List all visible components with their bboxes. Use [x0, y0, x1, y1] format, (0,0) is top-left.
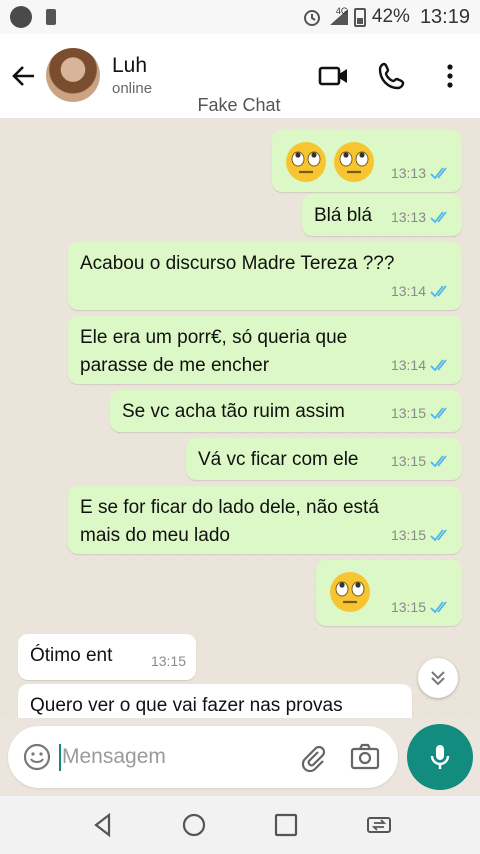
message-text: Quero ver o que vai fazer nas provas — [30, 695, 343, 716]
message-text: Blá blá — [314, 205, 373, 226]
network-type: 4G — [335, 6, 348, 16]
mic-button[interactable] — [407, 724, 473, 790]
watermark: Fake Chat — [0, 95, 480, 116]
arrow-left-icon[interactable] — [8, 60, 40, 92]
read-ticks-icon — [430, 167, 447, 180]
battery-icon — [353, 8, 366, 27]
message-list[interactable]: 13:13 Blá blá 13:13 Acabou o discurso Ma… — [0, 118, 480, 718]
message-composer — [8, 726, 398, 788]
message-text: Se vc acha tão ruim assim — [122, 401, 345, 422]
message-bubble-outgoing[interactable]: Se vc acha tão ruim assim 13:15 — [110, 390, 462, 432]
clock: 13:19 — [419, 5, 470, 28]
message-text: Vá vc ficar com ele — [198, 449, 359, 470]
read-ticks-icon — [430, 359, 447, 372]
message-time: 13:15 — [390, 453, 426, 469]
message-time: 13:13 — [390, 209, 426, 225]
message-text: Ele era um porr€, só queria que parasse … — [80, 327, 348, 376]
video-call-icon[interactable] — [318, 60, 350, 92]
more-vert-icon[interactable] — [434, 60, 466, 92]
message-time: 13:15 — [150, 653, 186, 669]
read-ticks-icon — [430, 455, 447, 468]
nav-recents-icon[interactable] — [273, 812, 299, 838]
message-bubble-incoming[interactable]: Ótimo ent 13:15 — [18, 634, 196, 680]
message-time: 13:14 — [390, 283, 426, 299]
message-bubble-incoming[interactable]: Quero ver o que vai fazer nas provas — [18, 684, 412, 718]
chevron-double-down-icon — [431, 671, 445, 686]
text-cursor — [59, 744, 61, 771]
mic-icon — [430, 745, 450, 769]
message-bubble-outgoing[interactable]: Blá blá 13:13 — [302, 194, 462, 236]
message-bubble-outgoing[interactable]: 13:15 — [316, 560, 462, 626]
status-bar: 4G 42% 13:19 — [0, 0, 480, 34]
battery-saver-icon — [46, 9, 56, 25]
message-time: 13:14 — [390, 357, 426, 373]
message-bubble-outgoing[interactable]: Ele era um porr€, só queria que parasse … — [68, 316, 462, 384]
read-ticks-icon — [430, 529, 447, 542]
read-ticks-icon — [430, 285, 447, 298]
camera-icon[interactable] — [349, 742, 381, 772]
message-text: Acabou o discurso Madre Tereza ??? — [80, 253, 395, 274]
nav-back-icon[interactable] — [90, 812, 116, 838]
message-bubble-outgoing[interactable]: Vá vc ficar com ele 13:15 — [186, 438, 462, 480]
notification-dot-icon — [10, 6, 32, 28]
read-ticks-icon — [430, 601, 447, 614]
message-time: 13:15 — [390, 527, 426, 543]
message-time: 13:15 — [390, 599, 426, 615]
message-text: Ótimo ent — [30, 645, 113, 666]
alarm-icon — [303, 10, 320, 26]
nav-switch-app-icon[interactable] — [366, 812, 392, 838]
message-time: 13:13 — [390, 165, 426, 181]
battery-percent: 42% — [371, 6, 410, 27]
message-bubble-outgoing[interactable]: 13:13 — [272, 130, 462, 192]
message-text: E se for ficar do lado dele, não está ma… — [80, 497, 379, 546]
phone-icon[interactable] — [376, 60, 408, 92]
read-ticks-icon — [430, 211, 447, 224]
avatar[interactable] — [46, 48, 100, 102]
emoji-icon[interactable] — [22, 742, 52, 772]
read-ticks-icon — [430, 407, 447, 420]
rolling-eyes-emoji-icon — [286, 142, 326, 182]
message-bubble-outgoing[interactable]: E se for ficar do lado dele, não está ma… — [68, 486, 462, 554]
message-time: 13:15 — [390, 405, 426, 421]
rolling-eyes-emoji-icon — [330, 572, 370, 612]
scroll-to-bottom-button[interactable] — [418, 658, 458, 698]
message-bubble-outgoing[interactable]: Acabou o discurso Madre Tereza ??? 13:14 — [68, 242, 462, 310]
system-navigation-bar — [0, 796, 480, 854]
message-input[interactable] — [62, 740, 282, 774]
rolling-eyes-emoji-icon — [334, 142, 374, 182]
watermark-text: Fake Chat — [197, 95, 281, 115]
contact-name[interactable]: Luh — [112, 54, 147, 78]
nav-home-icon[interactable] — [181, 812, 207, 838]
paperclip-icon[interactable] — [298, 742, 328, 772]
